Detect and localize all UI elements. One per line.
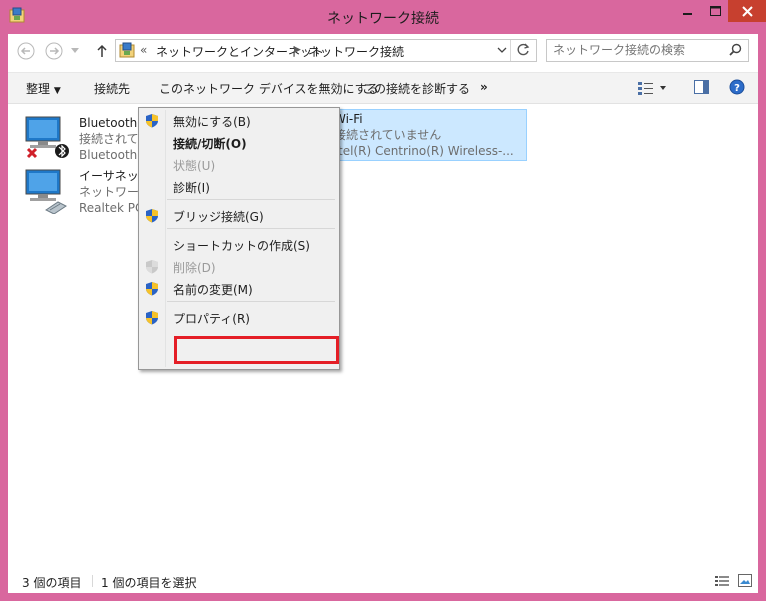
network-adapter-icon xyxy=(25,116,69,159)
details-view-icon xyxy=(715,576,729,586)
connection-status: 接続されていません xyxy=(334,128,442,142)
change-view-button[interactable] xyxy=(638,81,668,98)
address-divider xyxy=(510,40,511,61)
connection-device: Realtek PCI xyxy=(79,201,147,215)
search-input[interactable] xyxy=(553,42,723,58)
close-icon xyxy=(741,5,753,17)
menu-item-label: ショートカットの作成(S) xyxy=(173,239,310,253)
large-icons-view-button[interactable] xyxy=(738,574,752,590)
address-bar[interactable]: « ネットワークとインターネット ▶ ネットワーク接続 xyxy=(115,39,537,62)
maximize-button[interactable] xyxy=(702,0,728,22)
help-button[interactable]: ? xyxy=(729,79,745,98)
network-adapter-icon xyxy=(25,169,67,214)
menu-item-bridge[interactable]: ブリッジ接続(G) xyxy=(139,206,339,226)
uac-shield-icon xyxy=(145,113,159,131)
connection-device: Bluetooth xyxy=(79,148,138,162)
menu-separator xyxy=(167,301,335,302)
minimize-icon xyxy=(683,13,692,15)
menu-item-status: 状態(U) xyxy=(139,155,339,175)
chevron-down-icon xyxy=(497,47,507,53)
back-arrow-icon xyxy=(17,42,35,60)
explorer-window: « ネットワークとインターネット ▶ ネットワーク接続 整理 ▼ 接続先 このネ… xyxy=(8,34,758,593)
maximize-icon xyxy=(709,6,721,16)
menu-item-properties[interactable]: プロパティ(R) xyxy=(139,308,339,328)
window-title: ネットワーク接続 xyxy=(327,11,439,27)
uac-shield-icon xyxy=(145,281,159,299)
preview-pane-button[interactable] xyxy=(694,80,709,97)
chevron-down-icon xyxy=(71,48,79,53)
help-icon: ? xyxy=(729,79,745,95)
menu-separator xyxy=(167,228,335,229)
properties-highlight-box xyxy=(174,336,339,364)
menu-item-disable[interactable]: 無効にする(B) xyxy=(139,111,339,131)
command-bar: 整理 ▼ 接続先 このネットワーク デバイスを無効にする この接続を診断する »… xyxy=(8,72,758,104)
menu-item-diagnose[interactable]: 診断(I) xyxy=(139,177,339,197)
connect-to-button[interactable]: 接続先 xyxy=(94,80,130,97)
status-bar: 3 個の項目 1 個の項目を選択 xyxy=(8,569,758,593)
network-folder-icon xyxy=(119,42,135,58)
up-button[interactable] xyxy=(92,41,112,61)
organize-menu[interactable]: 整理 ▼ xyxy=(26,80,61,97)
title-bar: ネットワーク接続 xyxy=(0,0,766,34)
disable-device-button[interactable]: このネットワーク デバイスを無効にする xyxy=(159,80,379,97)
recent-locations-button[interactable] xyxy=(68,41,82,61)
address-row: « ネットワークとインターネット ▶ ネットワーク接続 xyxy=(8,34,758,68)
menu-item-label: 削除(D) xyxy=(173,261,216,275)
menu-separator xyxy=(167,199,335,200)
diagnose-button[interactable]: この接続を診断する xyxy=(362,80,470,97)
menu-item-delete: 削除(D) xyxy=(139,257,339,277)
item-count: 3 個の項目 xyxy=(22,576,82,590)
menu-item-label: プロパティ(R) xyxy=(173,312,250,326)
search-box[interactable] xyxy=(546,39,749,62)
menu-item-connect-disconnect[interactable]: 接続/切断(O) xyxy=(139,133,339,153)
menu-item-label: ブリッジ接続(G) xyxy=(173,210,264,224)
up-arrow-icon xyxy=(97,44,107,57)
refresh-icon xyxy=(517,43,530,56)
uac-shield-icon xyxy=(145,208,159,226)
menu-item-label: 名前の変更(M) xyxy=(173,283,253,297)
back-button[interactable] xyxy=(16,41,36,61)
menu-item-label: 無効にする(B) xyxy=(173,115,251,129)
preview-pane-icon xyxy=(694,80,709,94)
chevron-down-icon: ▼ xyxy=(53,86,61,96)
minimize-button[interactable] xyxy=(674,0,702,22)
forward-button[interactable] xyxy=(44,41,64,61)
large-icons-view-icon xyxy=(738,574,752,587)
view-options-icon xyxy=(638,82,666,95)
details-view-button[interactable] xyxy=(715,575,729,590)
forward-arrow-icon xyxy=(45,42,63,60)
breadcrumb-network-connections[interactable]: ネットワーク接続 xyxy=(308,43,404,60)
close-button[interactable] xyxy=(728,0,766,22)
menu-item-label: 状態(U) xyxy=(173,159,216,173)
connections-view: Bluetooth ネットワーク接続 接続されていません Bluetooth イ… xyxy=(8,104,758,569)
more-commands-button[interactable]: » xyxy=(480,80,488,94)
svg-text:?: ? xyxy=(734,83,740,94)
breadcrumb-overflow[interactable]: « xyxy=(140,43,147,57)
organize-label: 整理 xyxy=(26,82,51,96)
uac-shield-icon xyxy=(145,310,159,328)
connection-device: tel(R) Centrino(R) Wireless-... xyxy=(338,144,514,158)
address-dropdown-button[interactable] xyxy=(497,44,507,58)
menu-item-label: 接続/切断(O) xyxy=(173,137,247,151)
context-menu: 無効にする(B) 接続/切断(O) 状態(U) 診断(I) ブリッジ接続(G) ショートカ… xyxy=(138,107,340,370)
menu-item-create-shortcut[interactable]: ショートカットの作成(S) xyxy=(139,235,339,255)
status-divider xyxy=(92,575,93,587)
menu-item-label: 診断(I) xyxy=(173,181,210,195)
search-icon[interactable] xyxy=(729,43,742,56)
menu-item-rename[interactable]: 名前の変更(M) xyxy=(139,279,339,299)
selected-count: 1 個の項目を選択 xyxy=(101,576,197,590)
breadcrumb-separator-icon[interactable]: ▶ xyxy=(294,45,301,55)
refresh-button[interactable] xyxy=(517,43,530,59)
uac-shield-icon xyxy=(145,259,159,277)
